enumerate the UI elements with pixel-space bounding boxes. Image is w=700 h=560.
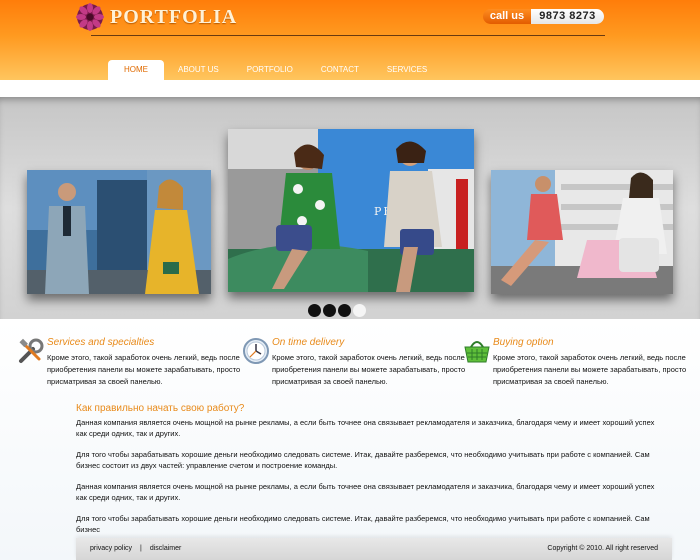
feature-text: Кроме этого, такой заработок очень легки… xyxy=(272,353,466,386)
article-paragraph: Данная компания является очень мощной на… xyxy=(76,418,655,438)
image-slider: PRADA xyxy=(0,97,700,319)
logo[interactable]: PORTFOLIA xyxy=(76,3,237,31)
call-us-label: call us xyxy=(483,9,531,24)
nav-home[interactable]: HOME xyxy=(108,60,164,80)
feature-text: Кроме этого, такой заработок очень легки… xyxy=(47,353,241,386)
article-paragraph: Данная компания является очень мощной на… xyxy=(76,482,655,502)
article: Как правильно начать свою работу? Данная… xyxy=(76,403,666,545)
slider-dot-1[interactable] xyxy=(308,304,321,317)
slider-pagination xyxy=(308,304,366,317)
feature-text: Кроме этого, такой заработок очень легки… xyxy=(493,353,687,386)
article-title: Как правильно начать свою работу? xyxy=(76,403,245,414)
flower-logo-icon xyxy=(76,3,104,31)
article-paragraph: Для того чтобы зарабатывать хорошие день… xyxy=(76,514,650,534)
clock-icon xyxy=(243,338,269,364)
feature-title: Services and specialties xyxy=(47,337,155,348)
slider-dot-3[interactable] xyxy=(338,304,351,317)
slider-dot-4[interactable] xyxy=(353,304,366,317)
phone-number[interactable]: 9873 8273 xyxy=(531,9,604,24)
logo-text: PORTFOLIA xyxy=(110,5,238,28)
slider-dot-2[interactable] xyxy=(323,304,336,317)
feature-title: Buying option xyxy=(493,337,554,348)
privacy-policy-link[interactable]: privacy policy xyxy=(90,545,132,552)
disclaimer-link[interactable]: disclaimer xyxy=(150,545,182,552)
nav-portfolio[interactable]: PORTFOLIO xyxy=(233,60,307,80)
header: PORTFOLIA call us 9873 8273 HOME ABOUT U… xyxy=(0,0,700,80)
slide-center-image[interactable]: PRADA xyxy=(228,129,474,292)
footer: privacy policy | disclaimer Copyright © … xyxy=(76,538,672,560)
copyright-text: Copyright © 2010. All right reserved xyxy=(547,545,658,552)
slide-right-image[interactable] xyxy=(491,170,673,294)
nav-contact[interactable]: CONTACT xyxy=(307,60,373,80)
feature-title: On time delivery xyxy=(272,337,345,348)
nav-services[interactable]: SERVICES xyxy=(373,60,441,80)
call-us-badge: call us 9873 8273 xyxy=(483,9,604,24)
header-divider xyxy=(91,35,605,36)
footer-separator: | xyxy=(140,545,142,552)
footer-links: privacy policy | disclaimer xyxy=(90,545,181,552)
tools-icon xyxy=(19,338,44,363)
slide-left-image[interactable] xyxy=(27,170,211,294)
nav-about-us[interactable]: ABOUT US xyxy=(164,60,233,80)
main-nav: HOME ABOUT US PORTFOLIO CONTACT SERVICES xyxy=(108,60,441,80)
basket-icon xyxy=(464,341,490,363)
article-paragraph: Для того чтобы зарабатывать хорошие день… xyxy=(76,450,650,470)
